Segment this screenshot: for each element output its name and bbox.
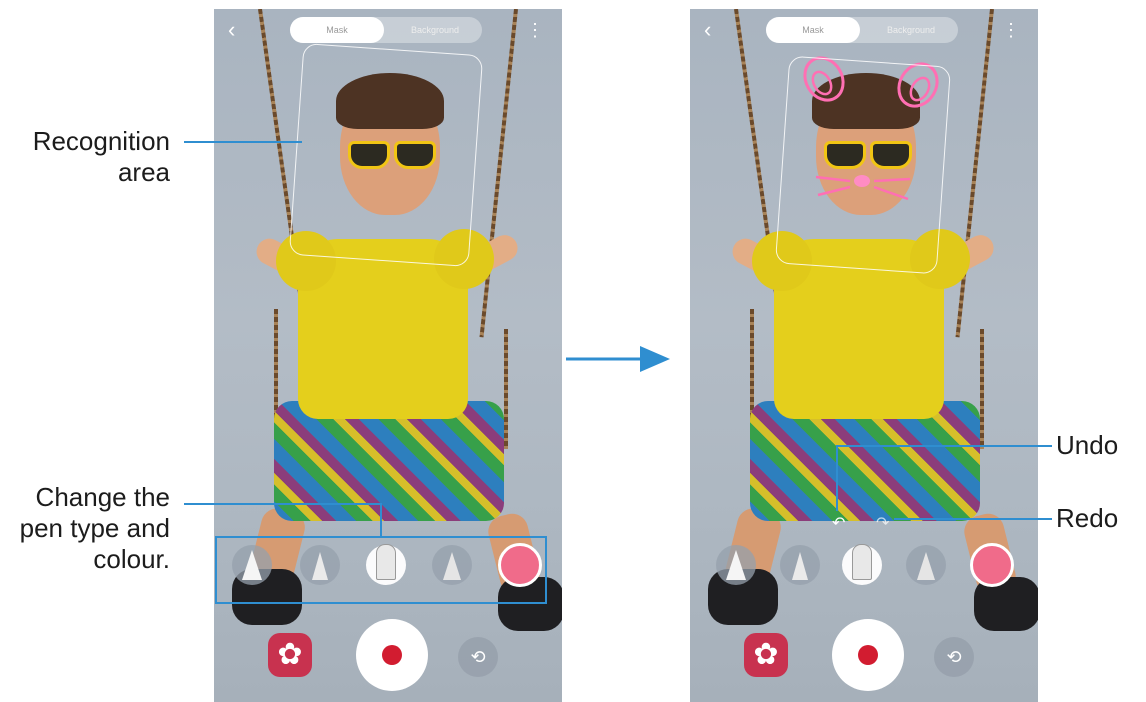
redo-label: Redo [1056,503,1119,533]
undo-label: Undo [1056,430,1119,460]
callout-line [380,503,382,537]
pen-type-label: Change the pen type and colour. [19,482,170,574]
marker-icon[interactable] [780,545,820,585]
record-dot-icon [382,645,402,665]
record-button[interactable] [832,619,904,691]
recognition-area-label: Recognition area [32,126,170,187]
record-button[interactable] [356,619,428,691]
highlighter-icon[interactable] [842,544,882,585]
chevron-left-icon[interactable]: ‹ [228,17,235,43]
pen-colour-button[interactable] [970,543,1014,587]
switch-camera-icon[interactable]: ⟲ [458,637,498,677]
recognition-area-frame [774,55,952,275]
tab-background[interactable]: Background [864,17,958,43]
mode-switch: Mask Background [766,17,958,43]
more-vert-icon[interactable]: ⋮ [526,17,544,43]
arrow-right-icon [566,346,670,372]
flower-icon[interactable]: ✿ [744,633,788,677]
callout-line [894,518,1052,520]
tab-mask[interactable]: Mask [766,17,860,43]
more-vert-icon[interactable]: ⋮ [1002,17,1020,43]
switch-camera-icon[interactable]: ⟲ [934,637,974,677]
fountain-pen-icon[interactable] [716,545,756,585]
phone-screen-after: ‹ Mask Background ⋮ ↶ ↷ ✿ ⟲ [690,9,1038,702]
tab-background[interactable]: Background [388,17,482,43]
flower-icon[interactable]: ✿ [268,633,312,677]
tab-mask[interactable]: Mask [290,17,384,43]
camera-controls: ✿ ⟲ [214,619,562,702]
chevron-left-icon[interactable]: ‹ [704,17,711,43]
pen-toolbar-highlight [215,536,547,604]
top-bar: ‹ Mask Background ⋮ [214,9,562,53]
mode-switch: Mask Background [290,17,482,43]
redo-icon[interactable]: ↷ [876,513,889,533]
callout-line [836,445,1052,447]
callout-line [836,445,838,511]
top-bar: ‹ Mask Background ⋮ [690,9,1038,53]
calligraphy-icon[interactable] [906,545,946,585]
record-dot-icon [858,645,878,665]
pen-toolbar [690,535,1038,601]
callout-line [184,503,382,505]
camera-controls: ✿ ⟲ [690,619,1038,702]
undo-icon[interactable]: ↶ [832,513,845,533]
callout-line [184,141,302,143]
recognition-area-frame [288,42,484,268]
